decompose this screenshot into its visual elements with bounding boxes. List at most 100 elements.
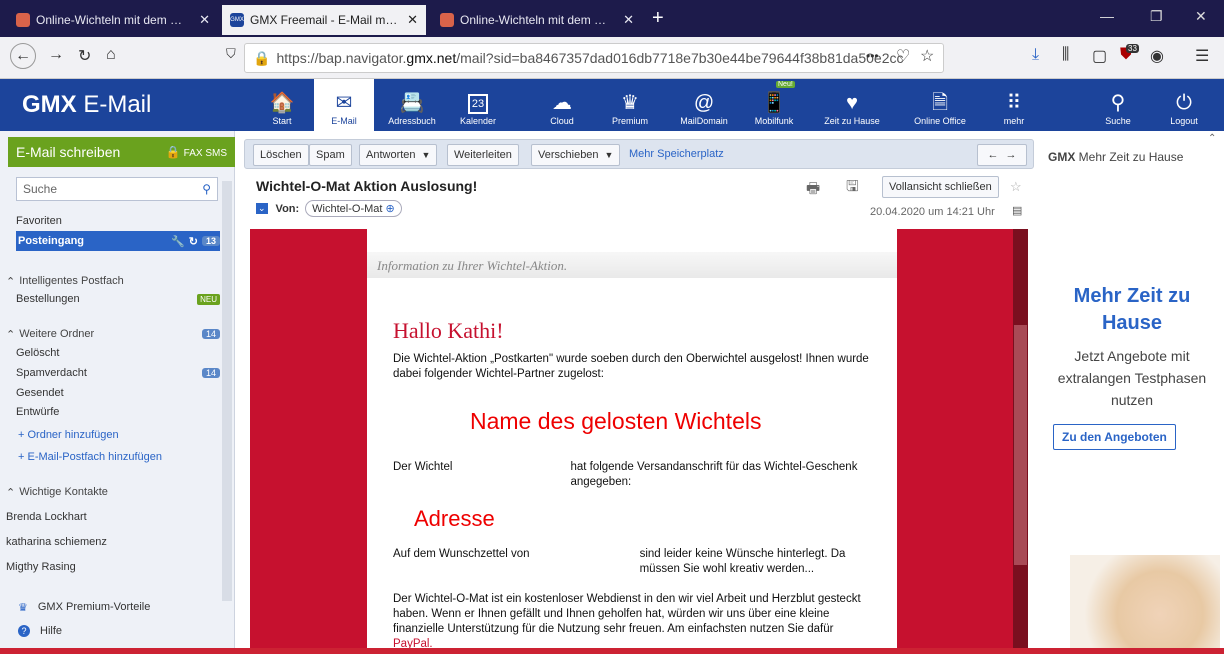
page-actions-button[interactable]: ••• (866, 49, 879, 63)
section-weitere-ordner[interactable]: ⌃ Weitere Ordner 14 (6, 324, 220, 344)
folder-posteingang[interactable]: Posteingang 🔧 ↻ 13 (16, 231, 220, 251)
reply-button[interactable]: Antworten ▼ (359, 144, 438, 166)
nav-cloud[interactable]: ☁ Cloud (528, 79, 596, 131)
flag-star-icon[interactable]: ☆ (1010, 179, 1022, 195)
section-wichtige-kontakte[interactable]: ⌃ Wichtige Kontakte (6, 482, 210, 502)
new-badge: Neu! (776, 81, 795, 88)
help-link[interactable]: ? Hilfe (18, 621, 222, 641)
move-button[interactable]: Verschieben ▼ (531, 144, 621, 166)
close-window-icon[interactable]: ✕ (1195, 8, 1207, 25)
search-icon[interactable]: ⚲ (202, 182, 211, 196)
mail-search-input[interactable]: Suche ⚲ (16, 177, 218, 201)
page-scroll-up-icon[interactable]: ⌃ (1208, 133, 1216, 144)
account-icon[interactable]: ◉ (1150, 46, 1164, 66)
bookmark-star-icon[interactable]: ☆ (920, 46, 934, 66)
minimize-icon[interactable]: — (1100, 8, 1114, 24)
url-bar[interactable]: 🔒 https://bap.navigator. gmx.net/mail?sid… (244, 43, 944, 73)
folder-favoriten[interactable]: Favoriten (16, 211, 220, 231)
nav-email[interactable]: ✉ E-Mail (314, 79, 374, 131)
nav-maildomain[interactable]: @ MailDomain (670, 79, 738, 131)
spam-button[interactable]: Spam (309, 144, 352, 166)
arrow-left-icon[interactable]: ← (988, 149, 999, 161)
fax-link[interactable]: FAX (184, 148, 203, 159)
refresh-icon[interactable]: ↻ (189, 235, 198, 248)
arrow-right-icon[interactable]: → (1006, 149, 1017, 161)
gmx-logo[interactable]: GMX E-Mail (22, 91, 151, 119)
search-icon: ⚲ (1110, 92, 1126, 114)
crown-icon: ♛ (18, 601, 28, 614)
close-tab-icon[interactable]: ✕ (193, 12, 210, 28)
save-icon[interactable]: 🖫 (846, 176, 859, 201)
calendar-icon: 23 (467, 94, 489, 114)
gmx-header: GMX E-Mail 🏠 Start ✉ E-Mail 📇 Adressbuch 23… (0, 79, 1224, 131)
extension-icon[interactable]: ⛊33 (1120, 44, 1145, 64)
browser-tab-2[interactable]: GMX GMX Freemail - E-Mail made in ✕ (222, 5, 426, 35)
contact-item[interactable]: katharina schiemenz (6, 536, 107, 548)
wrench-icon[interactable]: 🔧 (171, 235, 185, 248)
greeting: Hallo Kathi! (393, 318, 504, 343)
nav-kalender[interactable]: 23 Kalender (444, 79, 512, 131)
shield-icon[interactable]: ⛉ (226, 46, 236, 62)
library-icon[interactable]: ⫼ (1062, 46, 1069, 64)
lock-icon: 🔒 (165, 145, 181, 159)
heart-icon: ♥ (846, 92, 858, 114)
lock-icon: 🔒 (253, 49, 271, 66)
nav-start[interactable]: 🏠 Start (248, 79, 316, 131)
restore-icon[interactable]: ❐ (1150, 8, 1163, 25)
nav-adressbuch[interactable]: 📇 Adressbuch (378, 79, 446, 131)
details-icon[interactable]: ▤ (1012, 204, 1022, 217)
premium-link[interactable]: ♛ GMX Premium-Vorteile (18, 597, 222, 617)
download-icon[interactable]: ⤓ (1032, 46, 1039, 64)
ad-headline: Mehr Zeit zu Hause (1073, 285, 1191, 334)
info-strip: Information zu Ihrer Wichtel-Aktion. (367, 252, 897, 278)
nav-logout[interactable]: ⏻ Logout (1150, 79, 1218, 131)
forward-button[interactable]: Weiterleiten (447, 144, 519, 166)
compose-button[interactable]: E-Mail schreiben 🔒 FAX SMS (8, 137, 235, 167)
new-badge: NEU (197, 293, 220, 305)
ad-offers-button[interactable]: Zu den Angeboten (1053, 424, 1176, 450)
mail-scrollbar-thumb[interactable] (1014, 325, 1027, 565)
chevron-down-icon: ▼ (604, 150, 614, 160)
grid-icon: ⠿ (1006, 92, 1022, 114)
delete-button[interactable]: Löschen (253, 144, 309, 166)
forward-icon[interactable]: → (48, 46, 64, 64)
contact-item[interactable]: Migthy Rasing (6, 561, 76, 573)
nav-mehr[interactable]: ⠿ mehr (980, 79, 1048, 131)
close-tab-icon[interactable]: ✕ (617, 12, 634, 28)
expand-header-icon[interactable]: ⌄ (256, 203, 268, 214)
contact-item[interactable]: Brenda Lockhart (6, 511, 87, 523)
browser-tab-3[interactable]: Online-Wichteln mit dem Wich ✕ (432, 5, 642, 35)
menu-icon[interactable]: ☰ (1195, 46, 1209, 66)
print-icon[interactable]: 🖶 (806, 178, 820, 203)
folder-spamverdacht[interactable]: Spamverdacht 14 (16, 363, 220, 383)
taskbar-strip (0, 648, 1224, 654)
nav-zeit-zu-hause[interactable]: ♥ Zeit zu Hause (818, 79, 886, 131)
close-tab-icon[interactable]: ✕ (401, 12, 418, 28)
sender-chip[interactable]: Wichtel-O-Mat ⊕ (305, 200, 402, 217)
section-intelligentes-postfach[interactable]: ⌃ Intelligentes Postfach (6, 271, 210, 291)
close-fullview-button[interactable]: Vollansicht schließen (882, 176, 999, 198)
nav-online-office[interactable]: 🗎 Online Office (906, 79, 974, 131)
sms-link[interactable]: SMS (205, 148, 227, 159)
browser-tab-1[interactable]: Online-Wichteln mit dem Wich ✕ (8, 5, 218, 35)
folder-bestellungen[interactable]: Bestellungen NEU (16, 289, 220, 309)
add-mailbox-link[interactable]: + E-Mail-Postfach hinzufügen (18, 447, 222, 467)
folder-geloescht[interactable]: Gelöscht (16, 343, 220, 363)
more-storage-link[interactable]: Mehr Speicherplatz (629, 148, 724, 160)
nav-search[interactable]: ⚲ Suche (1084, 79, 1152, 131)
back-icon[interactable]: ← (10, 43, 36, 69)
folder-gesendet[interactable]: Gesendet (16, 383, 220, 403)
prev-next-buttons[interactable]: ← → (977, 144, 1027, 166)
nav-premium[interactable]: ♛ Premium (596, 79, 664, 131)
reload-icon[interactable]: ↻ (78, 46, 91, 66)
sidebar-toggle-icon[interactable]: ▢ (1092, 46, 1107, 66)
add-contact-icon[interactable]: ⊕ (386, 203, 395, 215)
cloud-icon: ☁ (552, 92, 572, 114)
add-folder-link[interactable]: + Ordner hinzufügen (18, 425, 222, 445)
pocket-icon[interactable]: ♡ (896, 46, 910, 66)
nav-mobilfunk[interactable]: Neu! 📱 Mobilfunk (740, 79, 808, 131)
home-icon[interactable]: ⌂ (106, 46, 116, 64)
sidebar-scrollbar[interactable] (222, 181, 232, 601)
new-tab-button[interactable]: + (652, 7, 664, 30)
folder-entwuerfe[interactable]: Entwürfe (16, 402, 220, 422)
